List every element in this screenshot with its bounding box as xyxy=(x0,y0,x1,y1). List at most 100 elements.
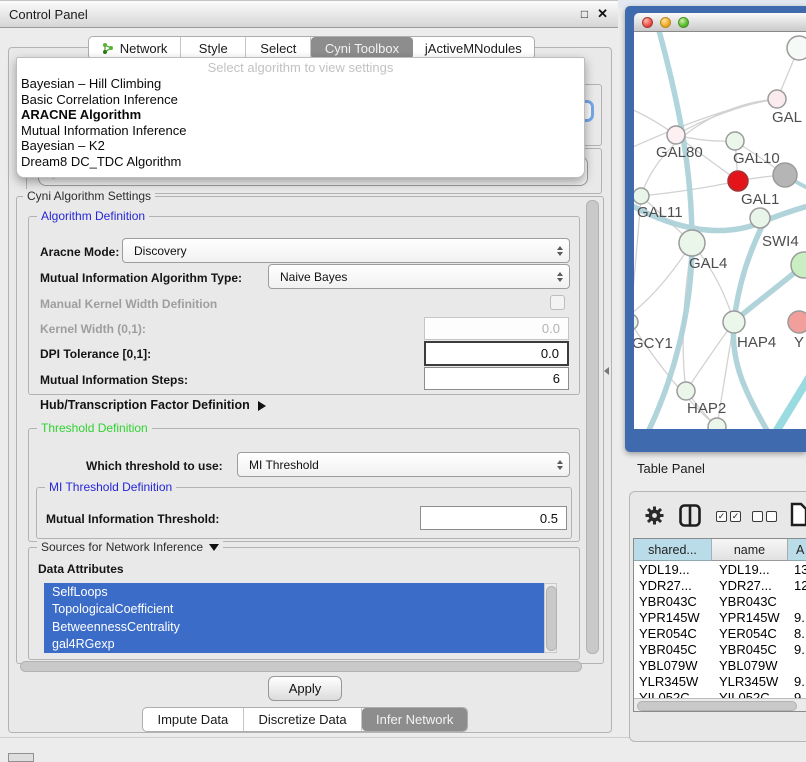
tab-cyni-toolbox[interactable]: Cyni Toolbox xyxy=(311,37,412,59)
unchecked-box-icon xyxy=(752,511,763,522)
node-label-gal1: GAL1 xyxy=(741,191,779,208)
network-node-bottom[interactable] xyxy=(708,418,726,429)
apply-button-label: Apply xyxy=(289,681,322,696)
dpi-tolerance-field[interactable]: 0.0 xyxy=(424,341,569,366)
tab-style[interactable]: Style xyxy=(181,37,246,59)
algorithm-option[interactable]: Mutual Information Inference xyxy=(17,123,584,139)
tab-infer-network[interactable]: Infer Network xyxy=(362,708,467,731)
network-node-gal10[interactable] xyxy=(726,132,744,150)
algorithm-option[interactable]: Basic Correlation Inference xyxy=(17,92,584,108)
column-header-partial[interactable]: A xyxy=(788,539,806,561)
apply-button[interactable]: Apply xyxy=(268,676,342,701)
attribute-item[interactable]: TopologicalCoefficient xyxy=(44,601,544,619)
which-threshold-value: MI Threshold xyxy=(249,458,319,472)
tab-select-label: Select xyxy=(260,41,296,56)
attributes-scrollbar[interactable] xyxy=(546,586,557,651)
hub-definition-toggle[interactable]: Hub/Transcription Factor Definition xyxy=(40,398,266,412)
mi-threshold-field[interactable]: 0.5 xyxy=(420,506,567,530)
network-node-hap4[interactable] xyxy=(723,311,745,333)
close-window-icon[interactable] xyxy=(642,17,653,28)
column-layout-icon[interactable] xyxy=(679,504,701,527)
network-node-gal11[interactable] xyxy=(634,188,649,204)
table-row[interactable]: YBR045CYBR045C9. xyxy=(634,641,806,657)
table-body: YDL19...YDL19...13 YDR27...YDR27...12 YB… xyxy=(634,561,806,701)
tab-discretize-data[interactable]: Discretize Data xyxy=(244,708,363,731)
which-threshold-combo[interactable]: MI Threshold xyxy=(237,452,570,477)
aracne-mode-combo[interactable]: Discovery xyxy=(122,238,570,263)
mi-threshold-value: 0.5 xyxy=(540,511,558,526)
algorithm-option[interactable]: Bayesian – K2 xyxy=(17,138,584,154)
tab-select[interactable]: Select xyxy=(246,37,311,59)
network-view[interactable]: GAL80 GAL10 GAL1 GAL11 SWI4 GAL4 GCY1 HA… xyxy=(634,32,806,429)
checked-box-icon: ✓ xyxy=(716,511,727,522)
algorithm-dropdown-popup: Select algorithm to view settings Bayesi… xyxy=(16,57,585,178)
network-node-gal4[interactable] xyxy=(679,230,705,256)
export-table-icon[interactable] xyxy=(790,502,806,527)
data-attributes-list: SelfLoops TopologicalCoefficient Between… xyxy=(44,583,544,653)
settings-horizontal-scrollbar[interactable] xyxy=(20,661,582,672)
algorithm-option[interactable]: Bayesian – Hill Climbing xyxy=(17,76,584,92)
zoom-window-icon[interactable] xyxy=(678,17,689,28)
hide-columns-icon[interactable] xyxy=(752,511,777,522)
mi-steps-field[interactable]: 6 xyxy=(424,367,569,390)
node-label-gcy1: GCY1 xyxy=(634,335,673,352)
table-horizontal-scrollbar[interactable] xyxy=(637,701,797,711)
minimize-window-icon[interactable] xyxy=(660,17,671,28)
node-label-hap4: HAP4 xyxy=(737,334,776,351)
attribute-item[interactable]: BetweennessCentrality xyxy=(44,618,544,636)
node-table: shared... name A YDL19...YDL19...13 YDR2… xyxy=(633,538,806,712)
mi-threshold-label: Mutual Information Threshold: xyxy=(46,512,219,526)
node-label-gal10: GAL10 xyxy=(733,150,780,167)
bottom-left-partial-button[interactable] xyxy=(8,753,34,762)
network-node-gal80[interactable] xyxy=(667,126,685,144)
table-panel-title: Table Panel xyxy=(637,461,705,476)
float-window-icon[interactable]: □ xyxy=(581,7,588,21)
network-node[interactable] xyxy=(787,36,806,60)
control-panel-title: Control Panel xyxy=(0,7,88,22)
sources-collapse-arrow-icon[interactable] xyxy=(209,544,219,551)
settings-vertical-scrollbar[interactable] xyxy=(586,200,599,654)
tab-network[interactable]: Network xyxy=(89,37,181,59)
algorithm-option[interactable]: Dream8 DC_TDC Algorithm xyxy=(17,154,584,170)
node-label-hap2: HAP2 xyxy=(687,400,726,417)
table-row[interactable]: YDR27...YDR27...12 xyxy=(634,577,806,593)
table-row[interactable]: YDL19...YDL19...13 xyxy=(634,561,806,577)
network-node-salmon[interactable] xyxy=(788,311,806,333)
table-row[interactable]: YPR145WYPR145W9. xyxy=(634,609,806,625)
mi-algorithm-type-combo[interactable]: Naive Bayes xyxy=(268,264,570,289)
table-row[interactable]: YBL079WYBL079W xyxy=(634,657,806,673)
tab-impute-data[interactable]: Impute Data xyxy=(143,708,244,731)
attributes-scrollbar-track xyxy=(544,583,557,653)
network-edge xyxy=(648,32,692,429)
algorithm-option-selected[interactable]: ARACNE Algorithm xyxy=(17,107,584,123)
tab-jactivemnodules[interactable]: jActiveMNodules xyxy=(413,37,534,59)
aracne-mode-label: Aracne Mode: xyxy=(40,245,119,259)
panel-collapse-arrow-icon[interactable] xyxy=(604,367,609,375)
node-label-gal11: GAL11 xyxy=(637,204,683,221)
table-row[interactable]: YBR043CYBR043C xyxy=(634,593,806,609)
kernel-width-field: 0.0 xyxy=(424,317,569,340)
attribute-item[interactable]: SelfLoops xyxy=(44,583,544,601)
tab-impute-data-label: Impute Data xyxy=(157,712,228,727)
kernel-width-label: Kernel Width (0,1): xyxy=(40,322,146,336)
network-node-gcy1[interactable] xyxy=(634,314,638,330)
attribute-item[interactable]: gal4RGexp xyxy=(44,636,544,654)
network-node-gal1[interactable] xyxy=(728,171,748,191)
table-hscroll-track xyxy=(634,698,806,711)
network-window-titlebar[interactable] xyxy=(634,13,806,32)
network-node-swi4[interactable] xyxy=(750,208,770,228)
combo-stepper-icon xyxy=(557,246,563,256)
hub-definition-label: Hub/Transcription Factor Definition xyxy=(40,398,250,412)
threshold-definition-legend: Threshold Definition xyxy=(37,421,152,435)
network-icon xyxy=(102,42,115,55)
unchecked-box-icon xyxy=(766,511,777,522)
column-header-name[interactable]: name xyxy=(712,539,788,561)
network-node-gal[interactable] xyxy=(768,90,786,108)
show-columns-icon[interactable]: ✓ ✓ xyxy=(716,511,741,522)
column-header-shared-name[interactable]: shared... xyxy=(634,539,712,561)
network-node-hap2[interactable] xyxy=(677,382,695,400)
table-row[interactable]: YER054CYER054C8. xyxy=(634,625,806,641)
table-row[interactable]: YLR345WYLR345W9. xyxy=(634,673,806,689)
gear-icon[interactable] xyxy=(644,505,665,526)
close-panel-icon[interactable]: ✕ xyxy=(597,6,608,22)
